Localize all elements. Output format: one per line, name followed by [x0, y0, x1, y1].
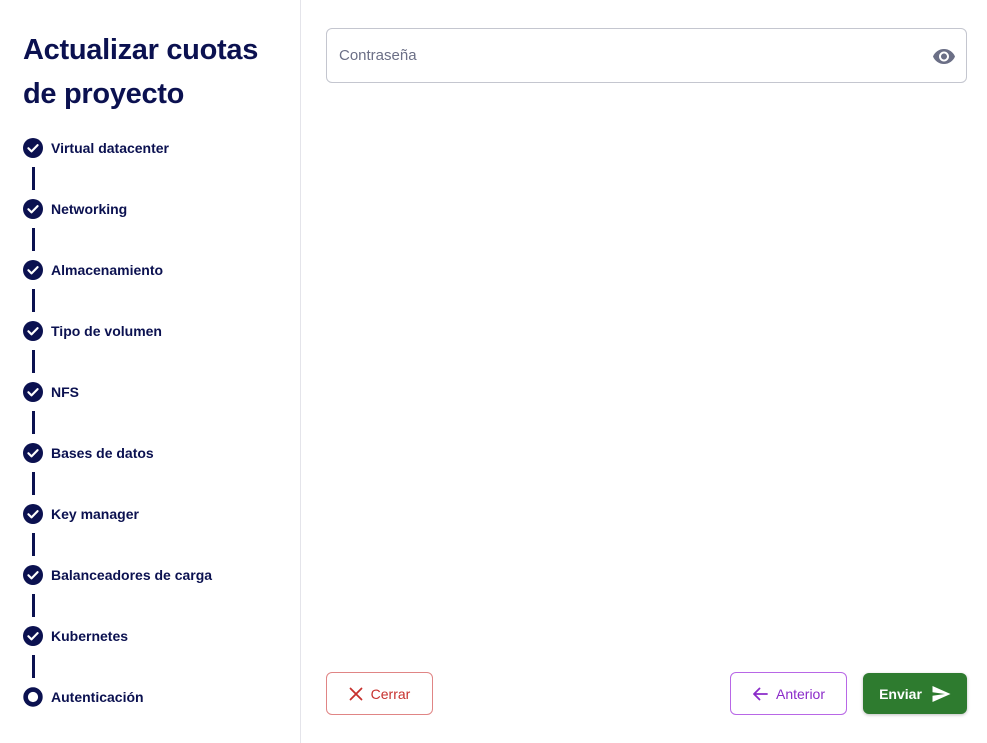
step-connector: [32, 472, 35, 495]
wizard-step-key-manager[interactable]: Key manager: [23, 503, 212, 564]
wizard-step-networking[interactable]: Networking: [23, 198, 212, 259]
step-connector: [32, 594, 35, 617]
close-icon: [349, 687, 363, 700]
previous-button-label: Anterior: [775, 685, 826, 702]
step-connector: [32, 533, 35, 556]
step-label: NFS: [51, 383, 79, 400]
step-label: Autenticación: [51, 688, 144, 705]
wizard-step-kubernetes[interactable]: Kubernetes: [23, 625, 212, 686]
step-connector: [32, 655, 35, 678]
toggle-password-visibility-button[interactable]: [931, 43, 957, 69]
step-label: Tipo de volumen: [51, 322, 162, 339]
password-input[interactable]: [339, 29, 919, 82]
wizard-step-bases-de-datos[interactable]: Bases de datos: [23, 442, 212, 503]
step-label: Networking: [51, 200, 128, 217]
wizard-step-autenticacion[interactable]: Autenticación: [23, 686, 212, 743]
check-circle-icon: [23, 259, 43, 280]
step-connector: [32, 411, 35, 434]
check-circle-icon: [23, 198, 43, 219]
step-label: Almacenamiento: [51, 261, 164, 278]
check-circle-icon: [23, 625, 43, 646]
wizard-step-virtual-datacenter[interactable]: Virtual datacenter: [23, 137, 212, 198]
wizard-step-almacenamiento[interactable]: Almacenamiento: [23, 259, 212, 320]
step-label: Virtual datacenter: [51, 139, 170, 156]
check-circle-icon: [23, 564, 43, 585]
submit-button[interactable]: Enviar: [863, 673, 967, 714]
wizard-step-nfs[interactable]: NFS: [23, 381, 212, 442]
step-label: Balanceadores de carga: [51, 566, 213, 583]
check-circle-icon: [23, 381, 43, 402]
check-circle-icon: [23, 503, 43, 524]
page-title: Actualizar cuotas de proyecto: [23, 34, 259, 110]
close-button-label: Cerrar: [370, 685, 411, 702]
current-step-icon: [23, 686, 43, 707]
check-circle-icon: [23, 442, 43, 463]
step-label: Key manager: [51, 505, 139, 522]
wizard-step-balanceadores-de-carga[interactable]: Balanceadores de carga: [23, 564, 212, 625]
submit-button-label: Enviar: [879, 685, 922, 702]
wizard-step-tipo-de-volumen[interactable]: Tipo de volumen: [23, 320, 212, 381]
wizard-steps: Virtual datacenter Networking Almacenami…: [23, 137, 212, 743]
step-connector: [32, 228, 35, 251]
password-field: [326, 28, 967, 83]
wizard-sidebar: Actualizar cuotas de proyecto Virtual da…: [0, 0, 301, 743]
step-label: Bases de datos: [51, 444, 154, 461]
update-quotas-dialog: Actualizar cuotas de proyecto Virtual da…: [0, 0, 987, 743]
close-button[interactable]: Cerrar: [326, 672, 433, 715]
main-content: Cerrar Anterior Enviar: [302, 0, 987, 743]
eye-icon: [933, 49, 955, 64]
check-circle-icon: [23, 137, 43, 158]
step-connector: [32, 350, 35, 373]
previous-button[interactable]: Anterior: [730, 672, 847, 715]
send-icon: [932, 685, 951, 702]
step-connector: [32, 289, 35, 312]
arrow-left-icon: [753, 687, 768, 700]
step-label: Kubernetes: [51, 627, 129, 644]
step-connector: [32, 167, 35, 190]
check-circle-icon: [23, 320, 43, 341]
